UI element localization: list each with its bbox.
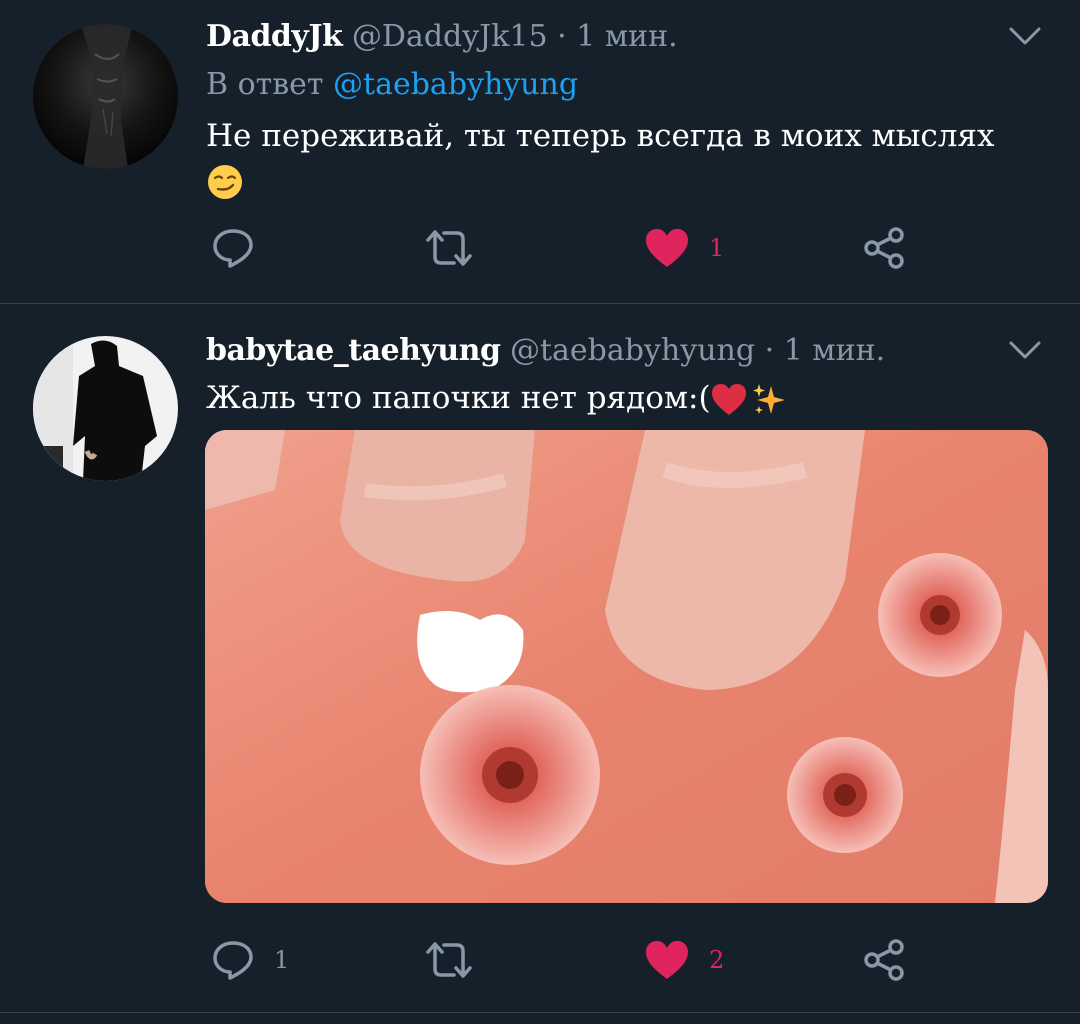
chevron-down-icon[interactable]	[1008, 24, 1042, 48]
reply-count: 1	[274, 946, 290, 974]
share-button[interactable]	[862, 218, 906, 278]
tweet-actions: 1 2	[0, 930, 1080, 990]
tweet[interactable]: DaddyJk @DaddyJk15 · 1 мин. В ответ @tae…	[0, 0, 1080, 304]
tweet-media-photo[interactable]	[205, 430, 1048, 903]
handle[interactable]: @taebabyhyung	[510, 333, 755, 368]
tweet-text-body: Не переживай, ты теперь всегда в моих мы…	[206, 118, 995, 154]
tweet-header: DaddyJk @DaddyJk15 · 1 мин.	[206, 18, 678, 56]
timestamp[interactable]: 1 мин.	[576, 19, 677, 54]
tweet[interactable]: babytae_taehyung @taebabyhyung · 1 мин. …	[0, 304, 1080, 1013]
reply-button[interactable]: 1	[212, 930, 289, 990]
separator: ·	[764, 333, 775, 368]
red-heart-icon	[711, 383, 746, 415]
reply-context: В ответ @taebabyhyung	[206, 66, 578, 104]
reply-icon	[213, 229, 253, 268]
share-icon	[864, 227, 904, 269]
like-count: 1	[709, 234, 725, 262]
tweet-actions: 1	[0, 218, 1080, 278]
retweet-icon	[426, 230, 472, 266]
display-name[interactable]: babytae_taehyung	[206, 333, 501, 368]
smirking-face-icon	[208, 164, 242, 199]
separator: ·	[557, 19, 567, 54]
tweet-text: Не переживай, ты теперь всегда в моих мы…	[206, 114, 1036, 202]
like-count: 2	[709, 946, 725, 974]
like-button[interactable]: 1	[645, 218, 724, 278]
sparkles-icon	[752, 383, 785, 414]
tweet-header: babytae_taehyung @taebabyhyung · 1 мин.	[206, 332, 885, 370]
avatar[interactable]	[33, 24, 178, 169]
reply-button[interactable]	[212, 218, 274, 278]
chevron-down-icon[interactable]	[1008, 338, 1042, 362]
handle[interactable]: @DaddyJk15	[352, 19, 548, 54]
heart-filled-icon	[646, 941, 688, 979]
share-icon	[864, 939, 904, 981]
tweet-text: Жаль что папочки нет рядом:(	[206, 376, 1036, 420]
retweet-icon	[426, 942, 472, 978]
reply-mention-link[interactable]: @taebabyhyung	[333, 67, 578, 102]
like-button[interactable]: 2	[645, 930, 724, 990]
retweet-button[interactable]	[424, 218, 474, 278]
avatar[interactable]	[33, 336, 178, 481]
reply-prefix: В ответ	[206, 67, 324, 102]
share-button[interactable]	[862, 930, 906, 990]
timestamp[interactable]: 1 мин.	[784, 333, 885, 368]
display-name[interactable]: DaddyJk	[206, 19, 343, 54]
reply-icon	[213, 941, 253, 980]
heart-filled-icon	[646, 229, 688, 267]
retweet-button[interactable]	[424, 930, 474, 990]
tweet-text-body: Жаль что папочки нет рядом:(	[206, 380, 711, 416]
